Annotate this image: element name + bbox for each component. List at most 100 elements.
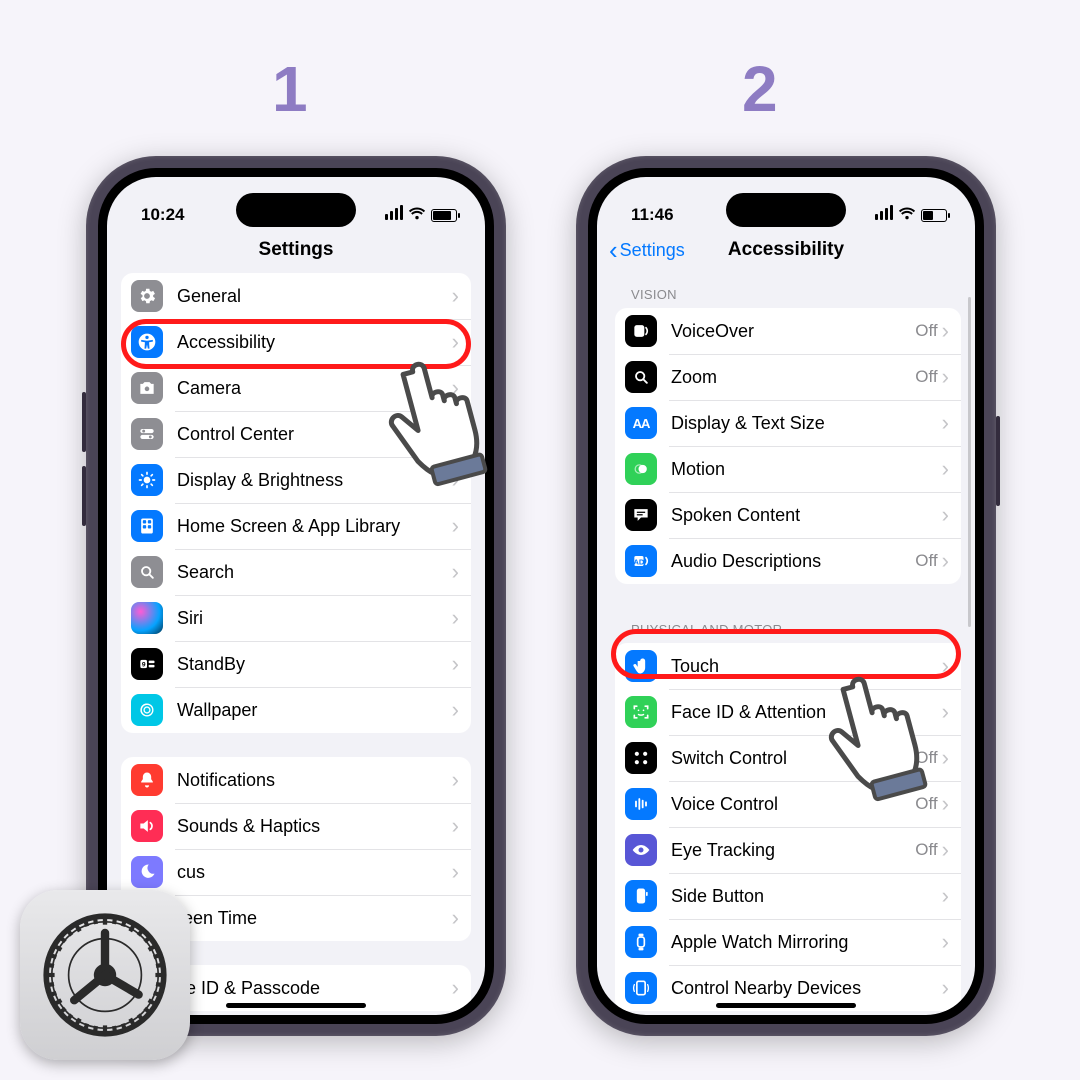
row-label: Apple Watch Mirroring: [671, 932, 942, 953]
accessibility-list[interactable]: Vision VoiceOver Off › Zoom Off › AA Dis…: [597, 273, 975, 1011]
status-time: 11:46: [631, 205, 674, 225]
nearby-devices-icon: [625, 972, 657, 1004]
row-label: Display & Text Size: [671, 413, 942, 434]
wallpaper-icon: [131, 694, 163, 726]
row-sounds[interactable]: Sounds & Haptics ›: [121, 803, 471, 849]
row-label: Home Screen & App Library: [177, 516, 452, 537]
standby-icon: 9: [131, 648, 163, 680]
touch-icon: [625, 650, 657, 682]
battery-icon: [921, 209, 947, 222]
chevron-right-icon: ›: [452, 975, 459, 1001]
tap-hand-icon: [820, 655, 950, 810]
svg-text:9: 9: [142, 662, 146, 669]
row-home-screen[interactable]: Home Screen & App Library ›: [121, 503, 471, 549]
row-label: Zoom: [671, 367, 915, 388]
home-indicator: [226, 1003, 366, 1008]
home-grid-icon: [131, 510, 163, 542]
brightness-icon: [131, 464, 163, 496]
row-zoom[interactable]: Zoom Off ›: [615, 354, 961, 400]
row-label: Search: [177, 562, 452, 583]
wifi-icon: [408, 205, 426, 225]
row-label: Eye Tracking: [671, 840, 915, 861]
phone-mockup-2: 11:46 ‹ Settings Accessibility Vision: [576, 156, 996, 1036]
row-search[interactable]: Search ›: [121, 549, 471, 595]
row-label: VoiceOver: [671, 321, 915, 342]
chevron-right-icon: ›: [942, 364, 949, 390]
chevron-right-icon: ›: [942, 456, 949, 482]
chevron-right-icon: ›: [942, 975, 949, 1001]
row-value: Off: [915, 840, 937, 860]
nav-title: Settings: [107, 233, 485, 273]
row-general[interactable]: General ›: [121, 273, 471, 319]
row-label: Audio Descriptions: [671, 551, 915, 572]
svg-text:AD: AD: [633, 557, 644, 566]
row-watch-mirroring[interactable]: Apple Watch Mirroring ›: [615, 919, 961, 965]
row-label: General: [177, 286, 452, 307]
chevron-right-icon: ›: [452, 513, 459, 539]
row-label: Motion: [671, 459, 942, 480]
chevron-right-icon: ›: [452, 605, 459, 631]
vision-group: VoiceOver Off › Zoom Off › AA Display & …: [615, 308, 961, 584]
row-label: reen Time: [177, 908, 452, 929]
row-display-text[interactable]: AA Display & Text Size ›: [615, 400, 961, 446]
battery-icon: [431, 209, 457, 222]
chevron-right-icon: ›: [452, 905, 459, 931]
switch-control-icon: [625, 742, 657, 774]
gear-icon: [131, 280, 163, 312]
nav-title: Accessibility: [728, 239, 844, 260]
row-motion[interactable]: Motion ›: [615, 446, 961, 492]
dynamic-island: [726, 193, 846, 227]
row-label: ce ID & Passcode: [177, 978, 452, 999]
row-eye-tracking[interactable]: Eye Tracking Off ›: [615, 827, 961, 873]
row-label: Control Nearby Devices: [671, 978, 942, 999]
row-wallpaper[interactable]: Wallpaper ›: [121, 687, 471, 733]
cellular-icon: [873, 205, 893, 225]
camera-icon: [131, 372, 163, 404]
row-standby[interactable]: 9 StandBy ›: [121, 641, 471, 687]
chevron-right-icon: ›: [452, 283, 459, 309]
row-audio-desc[interactable]: AD Audio Descriptions Off ›: [615, 538, 961, 584]
wifi-icon: [898, 205, 916, 225]
row-focus[interactable]: cus ›: [121, 849, 471, 895]
scrollbar[interactable]: [968, 297, 971, 627]
row-notifications[interactable]: Notifications ›: [121, 757, 471, 803]
back-button[interactable]: ‹ Settings: [609, 237, 685, 263]
row-label: Notifications: [177, 770, 452, 791]
row-siri[interactable]: Siri ›: [121, 595, 471, 641]
row-spoken-content[interactable]: Spoken Content ›: [615, 492, 961, 538]
chevron-right-icon: ›: [942, 837, 949, 863]
row-label: Siri: [177, 608, 452, 629]
voiceover-icon: [625, 315, 657, 347]
row-voiceover[interactable]: VoiceOver Off ›: [615, 308, 961, 354]
section-header-vision: Vision: [615, 273, 961, 308]
row-label: Wallpaper: [177, 700, 452, 721]
row-label: Sounds & Haptics: [177, 816, 452, 837]
moon-icon: [131, 856, 163, 888]
audio-description-icon: AD: [625, 545, 657, 577]
text-size-icon: AA: [625, 407, 657, 439]
voice-control-icon: [625, 788, 657, 820]
chevron-right-icon: ›: [942, 318, 949, 344]
row-side-button[interactable]: Side Button ›: [615, 873, 961, 919]
row-value: Off: [915, 551, 937, 571]
siri-icon: [131, 602, 163, 634]
cellular-icon: [383, 205, 403, 225]
chevron-right-icon: ›: [452, 813, 459, 839]
home-indicator: [716, 1003, 856, 1008]
chevron-left-icon: ‹: [609, 237, 618, 263]
eye-icon: [625, 834, 657, 866]
accessibility-icon: [131, 326, 163, 358]
row-label: StandBy: [177, 654, 452, 675]
settings-app-icon: [20, 890, 190, 1060]
chevron-right-icon: ›: [452, 697, 459, 723]
row-label: Side Button: [671, 886, 942, 907]
speech-bubble-icon: [625, 499, 657, 531]
chevron-right-icon: ›: [942, 548, 949, 574]
step-label-2: 2: [742, 52, 778, 126]
tap-hand-icon: [380, 340, 510, 495]
bell-icon: [131, 764, 163, 796]
row-value: Off: [915, 321, 937, 341]
chevron-right-icon: ›: [452, 859, 459, 885]
faceid-icon: [625, 696, 657, 728]
motion-icon: [625, 453, 657, 485]
